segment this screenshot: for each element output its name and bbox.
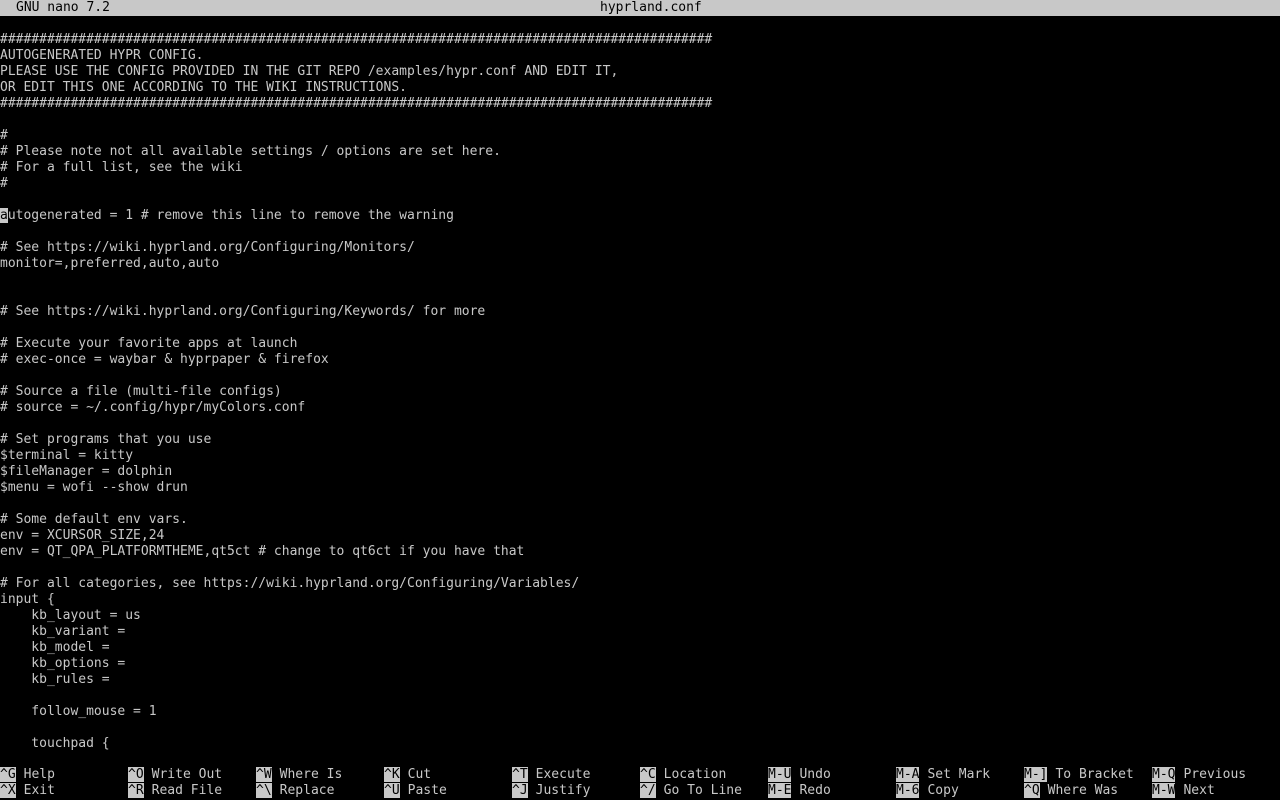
editor-line[interactable]: AUTOGENERATED HYPR CONFIG. [0, 48, 1280, 64]
editor-line[interactable]: # Set programs that you use [0, 432, 1280, 448]
editor-line[interactable]: autogenerated = 1 # remove this line to … [0, 208, 1280, 224]
editor-line[interactable] [0, 112, 1280, 128]
shortcut-row-2: ^X Exit ^R Read File ^\ Replace ^U Paste ^J J… [0, 783, 1280, 799]
editor-line[interactable]: # For all categories, see https://wiki.h… [0, 576, 1280, 592]
shortcut-bar: ^G Help ^O Write Out ^W Where Is ^K Cut ^T Ex… [0, 767, 1280, 799]
shortcut-next[interactable]: M-W Next [1152, 783, 1215, 799]
editor-line[interactable]: # Source a file (multi-file configs) [0, 384, 1280, 400]
editor-line[interactable] [0, 688, 1280, 704]
shortcut-where-was[interactable]: ^Q Where Was [1024, 783, 1118, 799]
editor-line[interactable] [0, 720, 1280, 736]
shortcut-justify[interactable]: ^J Justify [512, 783, 590, 799]
nano-version: GNU nano 7.2 [16, 0, 110, 15]
editor-line[interactable]: $menu = wofi --show drun [0, 480, 1280, 496]
editor-line[interactable]: # source = ~/.config/hypr/myColors.conf [0, 400, 1280, 416]
editor-line[interactable]: ########################################… [0, 96, 1280, 112]
shortcut-copy[interactable]: M-6 Copy [896, 783, 959, 799]
editor-line[interactable]: kb_rules = [0, 672, 1280, 688]
editor-line[interactable]: env = QT_QPA_PLATFORMTHEME,qt5ct # chang… [0, 544, 1280, 560]
text-cursor: a [0, 208, 8, 223]
shortcut-where-is[interactable]: ^W Where Is [256, 767, 342, 783]
editor-line[interactable]: env = XCURSOR_SIZE,24 [0, 528, 1280, 544]
shortcut-execute[interactable]: ^T Execute [512, 767, 590, 783]
editor-line[interactable]: # Please note not all available settings… [0, 144, 1280, 160]
editor-text-area[interactable]: ########################################… [0, 32, 1280, 760]
shortcut-write-out[interactable]: ^O Write Out [128, 767, 222, 783]
shortcut-row-1: ^G Help ^O Write Out ^W Where Is ^K Cut ^T Ex… [0, 767, 1280, 783]
editor-line[interactable] [0, 560, 1280, 576]
editor-line[interactable] [0, 192, 1280, 208]
shortcut-paste[interactable]: ^U Paste [384, 783, 447, 799]
editor-line[interactable]: follow_mouse = 1 [0, 704, 1280, 720]
shortcut-location[interactable]: ^C Location [640, 767, 726, 783]
shortcut-go-to-line[interactable]: ^/Go To Line [640, 783, 742, 799]
editor-line[interactable]: OR EDIT THIS ONE ACCORDING TO THE WIKI I… [0, 80, 1280, 96]
editor-line[interactable]: input { [0, 592, 1280, 608]
shortcut-previous[interactable]: M-Q Previous [1152, 767, 1246, 783]
editor-line[interactable] [0, 272, 1280, 288]
shortcut-help[interactable]: ^G Help [0, 767, 55, 783]
editor-line[interactable] [0, 368, 1280, 384]
editor-line[interactable]: # exec-once = waybar & hyprpaper & firef… [0, 352, 1280, 368]
editor-line[interactable]: # See https://wiki.hyprland.org/Configur… [0, 240, 1280, 256]
shortcut-exit[interactable]: ^X Exit [0, 783, 55, 799]
editor-line[interactable]: $fileManager = dolphin [0, 464, 1280, 480]
editor-line[interactable]: $terminal = kitty [0, 448, 1280, 464]
shortcut-read-file[interactable]: ^R Read File [128, 783, 222, 799]
shortcut-replace[interactable]: ^\ Replace [256, 783, 334, 799]
editor-line[interactable]: PLEASE USE THE CONFIG PROVIDED IN THE GI… [0, 64, 1280, 80]
shortcut-set-mark[interactable]: M-A Set Mark [896, 767, 990, 783]
editor-line[interactable]: # For a full list, see the wiki [0, 160, 1280, 176]
editor-line[interactable]: kb_model = [0, 640, 1280, 656]
editor-line[interactable]: touchpad { [0, 736, 1280, 752]
editor-line[interactable]: # Execute your favorite apps at launch [0, 336, 1280, 352]
editor-line[interactable]: kb_options = [0, 656, 1280, 672]
editor-line[interactable]: kb_variant = [0, 624, 1280, 640]
shortcut-cut[interactable]: ^K Cut [384, 767, 431, 783]
file-name: hyprland.conf [600, 0, 702, 15]
editor-line[interactable]: # Some default env vars. [0, 512, 1280, 528]
editor-line[interactable] [0, 496, 1280, 512]
shortcut-redo[interactable]: M-E Redo [768, 783, 831, 799]
editor-line[interactable]: monitor=,preferred,auto,auto [0, 256, 1280, 272]
shortcut-to-bracket[interactable]: M-] To Bracket [1024, 767, 1134, 783]
editor-line[interactable] [0, 320, 1280, 336]
editor-line[interactable]: # [0, 176, 1280, 192]
editor-line[interactable]: # [0, 128, 1280, 144]
editor-line[interactable] [0, 224, 1280, 240]
editor-line[interactable] [0, 288, 1280, 304]
editor-line[interactable]: # See https://wiki.hyprland.org/Configur… [0, 304, 1280, 320]
editor-line[interactable] [0, 416, 1280, 432]
title-bar: GNU nano 7.2 hyprland.conf [0, 0, 1280, 16]
editor-line[interactable]: ########################################… [0, 32, 1280, 48]
editor-line[interactable]: kb_layout = us [0, 608, 1280, 624]
shortcut-undo[interactable]: M-U Undo [768, 767, 831, 783]
